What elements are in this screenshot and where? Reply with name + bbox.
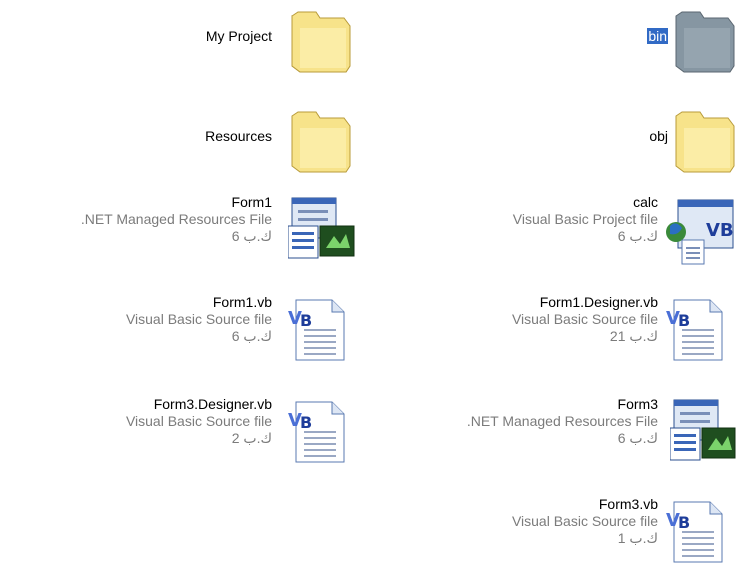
file-item-form1-designer-vb[interactable]: Form1.Designer.vb Visual Basic Source fi…: [380, 294, 755, 374]
folder-icon: [675, 111, 735, 173]
file-size: 21 ك.ب: [609, 328, 658, 344]
file-type: Visual Basic Source file: [511, 513, 658, 529]
file-item-form3-vb[interactable]: Form3.vb Visual Basic Source file 1 ك.ب …: [380, 496, 755, 571]
file-name: Form1.vb: [212, 294, 272, 310]
file-item-form1-vb[interactable]: Form1.vb Visual Basic Source file 6 ك.ب …: [0, 294, 360, 374]
file-size: 6 ك.ب: [231, 328, 272, 344]
file-name: Form3: [617, 396, 658, 412]
file-item-resources[interactable]: Resources: [0, 100, 360, 180]
file-item-bin[interactable]: bin: [380, 0, 755, 80]
svg-text:B: B: [678, 513, 690, 532]
folder-icon: [291, 11, 351, 73]
file-name: Form1: [231, 194, 272, 210]
file-type: .NET Managed Resources File: [466, 413, 658, 429]
file-name: obj: [649, 128, 668, 144]
folder-icon: [291, 111, 351, 173]
explorer-window: { "colors": {"background": "#ffffff", "s…: [0, 0, 755, 571]
file-item-form3-resx[interactable]: Form3 .NET Managed Resources File 6 ك.ب: [380, 396, 755, 476]
file-type: .NET Managed Resources File: [80, 211, 272, 227]
file-item-calc[interactable]: calc Visual Basic Project file 6 ك.ب VB: [380, 194, 755, 274]
svg-text:B: B: [678, 311, 690, 330]
file-size: 1 ك.ب: [617, 530, 658, 546]
file-name: Form3.vb: [598, 496, 658, 512]
file-type: Visual Basic Source file: [511, 311, 658, 327]
file-type: Visual Basic Source file: [125, 413, 272, 429]
file-name: calc: [633, 194, 658, 210]
file-size: 6 ك.ب: [617, 430, 658, 446]
vb-source-file-icon: V B: [288, 401, 345, 463]
vb-source-file-icon: V B: [666, 299, 723, 361]
file-name: Resources: [205, 128, 272, 144]
file-size: 6 ك.ب: [231, 228, 272, 244]
file-type: Visual Basic Project file: [512, 211, 658, 227]
vb-source-file-icon: V B: [666, 501, 723, 563]
svg-text:B: B: [300, 311, 312, 330]
file-item-form1-resx[interactable]: Form1 .NET Managed Resources File 6 ك.ب: [0, 194, 360, 274]
file-size: 6 ك.ب: [617, 228, 658, 244]
file-item-obj[interactable]: obj: [380, 100, 755, 180]
file-item-my-project[interactable]: My Project: [0, 0, 360, 80]
svg-text:VB: VB: [706, 220, 734, 241]
vbproj-file-icon: VB: [666, 199, 734, 265]
resx-file-icon: [288, 197, 355, 259]
file-size: 2 ك.ب: [231, 430, 272, 446]
file-name: My Project: [205, 28, 272, 44]
resx-file-icon: [670, 399, 736, 461]
file-name: Form1.Designer.vb: [539, 294, 658, 310]
file-name: Form3.Designer.vb: [153, 396, 272, 412]
file-name-selected: bin: [647, 28, 668, 44]
file-item-form3-designer-vb[interactable]: Form3.Designer.vb Visual Basic Source fi…: [0, 396, 360, 476]
folder-icon: [675, 11, 735, 73]
vb-source-file-icon: V B: [288, 299, 345, 361]
file-type: Visual Basic Source file: [125, 311, 272, 327]
svg-text:B: B: [300, 413, 312, 432]
